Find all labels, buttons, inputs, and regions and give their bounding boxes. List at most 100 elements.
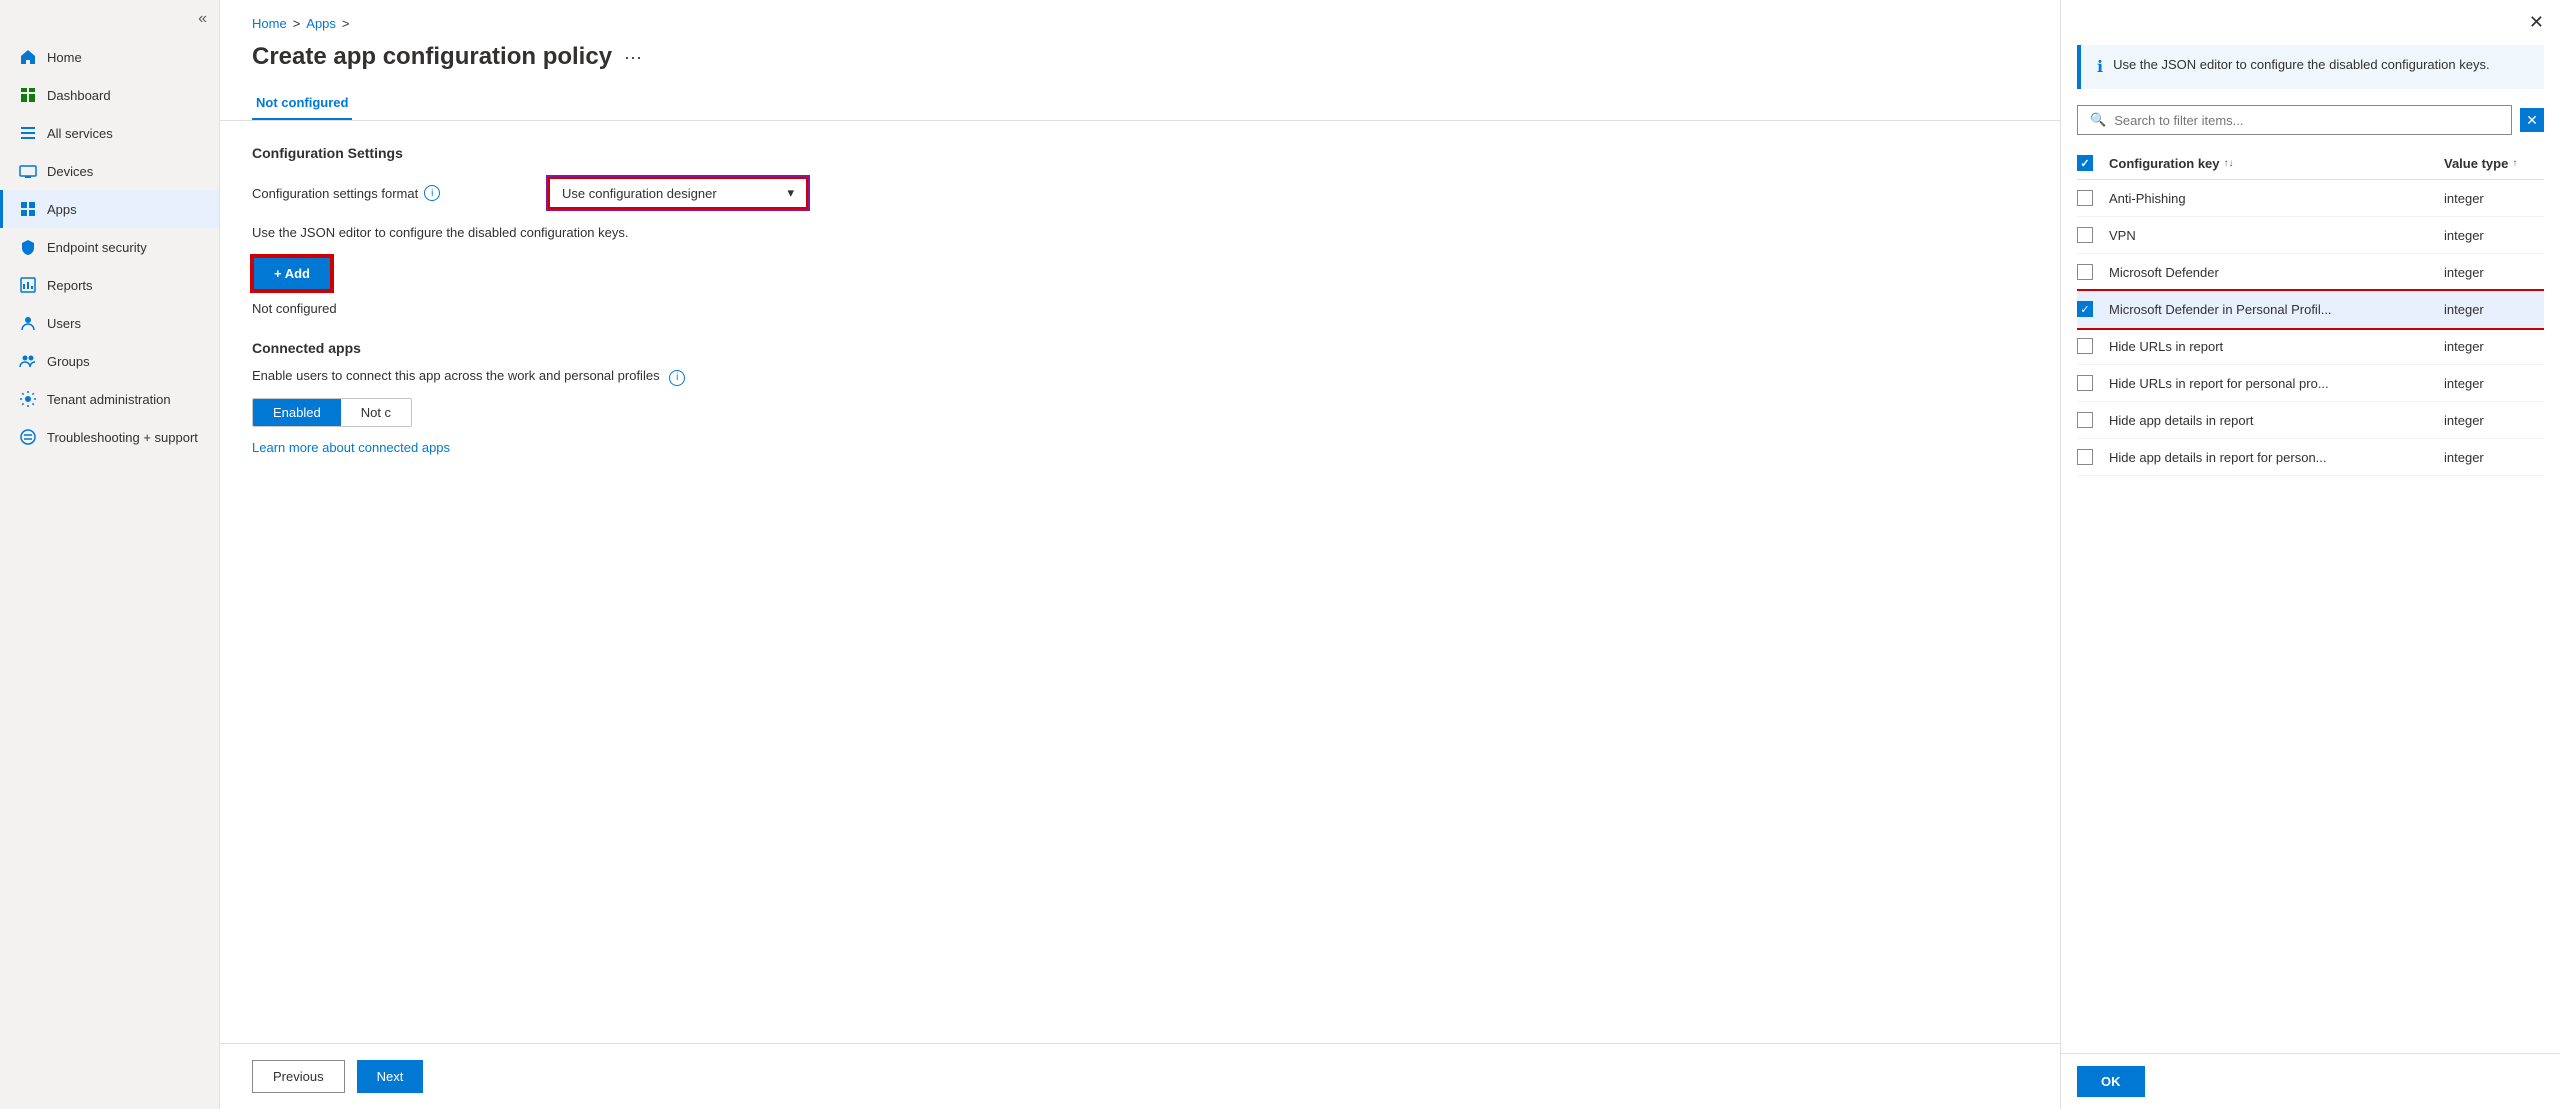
- close-button[interactable]: ✕: [2529, 12, 2544, 33]
- sidebar-collapse: «: [0, 0, 219, 38]
- users-icon: [19, 314, 37, 332]
- tab-not-configured[interactable]: Not configured: [252, 87, 352, 120]
- groups-icon: [19, 352, 37, 370]
- row-key-vpn: VPN: [2109, 228, 2444, 243]
- home-icon: [19, 48, 37, 66]
- tab-bar: Not configured: [220, 87, 2060, 121]
- sidebar-item-troubleshooting[interactable]: Troubleshooting + support: [0, 418, 219, 456]
- header-checkbox-col: [2077, 155, 2109, 171]
- sidebar-item-all-services[interactable]: All services: [0, 114, 219, 152]
- connected-apps-section: Connected apps Enable users to connect t…: [252, 340, 2028, 455]
- reports-icon: [19, 276, 37, 294]
- config-table: Configuration key ↑↓ Value type ↑ Anti-P…: [2077, 147, 2544, 1053]
- sort-key-icon[interactable]: ↑↓: [2224, 158, 2234, 169]
- endpoint-security-icon: [19, 238, 37, 256]
- learn-more-link[interactable]: Learn more about connected apps: [252, 440, 450, 455]
- next-button[interactable]: Next: [357, 1060, 424, 1093]
- toggle-group: Enabled Not c: [252, 398, 412, 427]
- row-checkbox-vpn[interactable]: [2077, 227, 2093, 243]
- collapse-button[interactable]: «: [198, 10, 207, 28]
- table-row[interactable]: Anti-Phishinginteger: [2077, 180, 2544, 217]
- connected-apps-desc: Enable users to connect this app across …: [252, 368, 2028, 386]
- sidebar-item-label-troubleshooting: Troubleshooting + support: [47, 430, 198, 445]
- toggle-not[interactable]: Not c: [341, 399, 411, 426]
- sidebar-item-users[interactable]: Users: [0, 304, 219, 342]
- config-designer-dropdown[interactable]: Use configuration designer ▾: [548, 177, 808, 209]
- row-key-ms-defender-personal: Microsoft Defender in Personal Profil...: [2109, 302, 2444, 317]
- dropdown-chevron-icon: ▾: [787, 185, 794, 201]
- row-key-hide-app-details: Hide app details in report: [2109, 413, 2444, 428]
- row-key-hide-urls-personal: Hide URLs in report for personal pro...: [2109, 376, 2444, 391]
- row-key-hide-app-details-personal: Hide app details in report for person...: [2109, 450, 2444, 465]
- col-key-header: Configuration key ↑↓: [2109, 156, 2444, 171]
- page-header: Create app configuration policy ···: [220, 39, 2060, 87]
- row-checkbox-ms-defender[interactable]: [2077, 264, 2093, 280]
- sidebar-item-label-devices: Devices: [47, 164, 93, 179]
- sidebar-item-label-users: Users: [47, 316, 81, 331]
- table-header: Configuration key ↑↓ Value type ↑: [2077, 147, 2544, 180]
- connected-apps-title: Connected apps: [252, 340, 2028, 356]
- add-button[interactable]: + Add: [252, 256, 332, 291]
- table-row[interactable]: VPNinteger: [2077, 217, 2544, 254]
- sidebar-item-tenant-admin[interactable]: Tenant administration: [0, 380, 219, 418]
- config-rows: Anti-PhishingintegerVPNintegerMicrosoft …: [2077, 180, 2544, 476]
- row-checkbox-ms-defender-personal[interactable]: [2077, 301, 2093, 317]
- table-row[interactable]: Hide URLs in report for personal pro...i…: [2077, 365, 2544, 402]
- sidebar-item-label-tenant-admin: Tenant administration: [47, 392, 171, 407]
- breadcrumb-sep1: >: [293, 16, 301, 31]
- panel-header: ✕: [2061, 0, 2560, 45]
- table-row[interactable]: Microsoft Defender in Personal Profil...…: [2077, 291, 2544, 328]
- apps-icon: [19, 200, 37, 218]
- sidebar-item-label-all-services: All services: [47, 126, 113, 141]
- panel-footer: OK: [2061, 1053, 2560, 1109]
- row-checkbox-hide-app-details[interactable]: [2077, 412, 2093, 428]
- search-box-wrap: 🔍 ✕: [2061, 105, 2560, 147]
- format-label: Configuration settings format i: [252, 185, 532, 201]
- header-checkbox[interactable]: [2077, 155, 2093, 171]
- sidebar-item-groups[interactable]: Groups: [0, 342, 219, 380]
- row-checkbox-hide-app-details-personal[interactable]: [2077, 449, 2093, 465]
- table-row[interactable]: Hide URLs in reportinteger: [2077, 328, 2544, 365]
- row-checkbox-hide-urls-personal[interactable]: [2077, 375, 2093, 391]
- connected-apps-info-icon[interactable]: i: [669, 370, 685, 386]
- sidebar-item-label-home: Home: [47, 50, 82, 65]
- sidebar-item-dashboard[interactable]: Dashboard: [0, 76, 219, 114]
- format-row: Configuration settings format i Use conf…: [252, 177, 2028, 209]
- search-icon: 🔍: [2090, 112, 2106, 128]
- all-services-icon: [19, 124, 37, 142]
- search-clear-button[interactable]: ✕: [2520, 108, 2544, 132]
- row-key-hide-urls: Hide URLs in report: [2109, 339, 2444, 354]
- config-settings-title: Configuration Settings: [252, 145, 2028, 161]
- sidebar-item-reports[interactable]: Reports: [0, 266, 219, 304]
- row-type-vpn: integer: [2444, 228, 2544, 243]
- row-type-ms-defender: integer: [2444, 265, 2544, 280]
- table-row[interactable]: Hide app details in report for person...…: [2077, 439, 2544, 476]
- sidebar-item-label-endpoint-security: Endpoint security: [47, 240, 147, 255]
- info-banner-icon: ℹ: [2097, 57, 2103, 77]
- devices-icon: [19, 162, 37, 180]
- row-checkbox-anti-phishing[interactable]: [2077, 190, 2093, 206]
- sidebar-item-home[interactable]: Home: [0, 38, 219, 76]
- sidebar-item-label-groups: Groups: [47, 354, 90, 369]
- previous-button[interactable]: Previous: [252, 1060, 345, 1093]
- search-input[interactable]: [2114, 113, 2499, 128]
- table-row[interactable]: Microsoft Defenderinteger: [2077, 254, 2544, 291]
- toggle-enabled[interactable]: Enabled: [253, 399, 341, 426]
- breadcrumb-apps[interactable]: Apps: [306, 16, 336, 31]
- dashboard-icon: [19, 86, 37, 104]
- row-checkbox-hide-urls[interactable]: [2077, 338, 2093, 354]
- page-menu-button[interactable]: ···: [624, 47, 642, 68]
- sort-type-icon[interactable]: ↑: [2512, 158, 2517, 169]
- format-info-icon[interactable]: i: [424, 185, 440, 201]
- row-type-hide-urls-personal: integer: [2444, 376, 2544, 391]
- table-row[interactable]: Hide app details in reportinteger: [2077, 402, 2544, 439]
- sidebar-item-devices[interactable]: Devices: [0, 152, 219, 190]
- row-key-ms-defender: Microsoft Defender: [2109, 265, 2444, 280]
- sidebar-item-endpoint-security[interactable]: Endpoint security: [0, 228, 219, 266]
- sidebar-item-apps[interactable]: Apps: [0, 190, 219, 228]
- json-note: Use the JSON editor to configure the dis…: [252, 225, 2028, 240]
- form-area: Configuration Settings Configuration set…: [220, 121, 2060, 1043]
- row-type-hide-urls: integer: [2444, 339, 2544, 354]
- breadcrumb-home[interactable]: Home: [252, 16, 287, 31]
- ok-button[interactable]: OK: [2077, 1066, 2145, 1097]
